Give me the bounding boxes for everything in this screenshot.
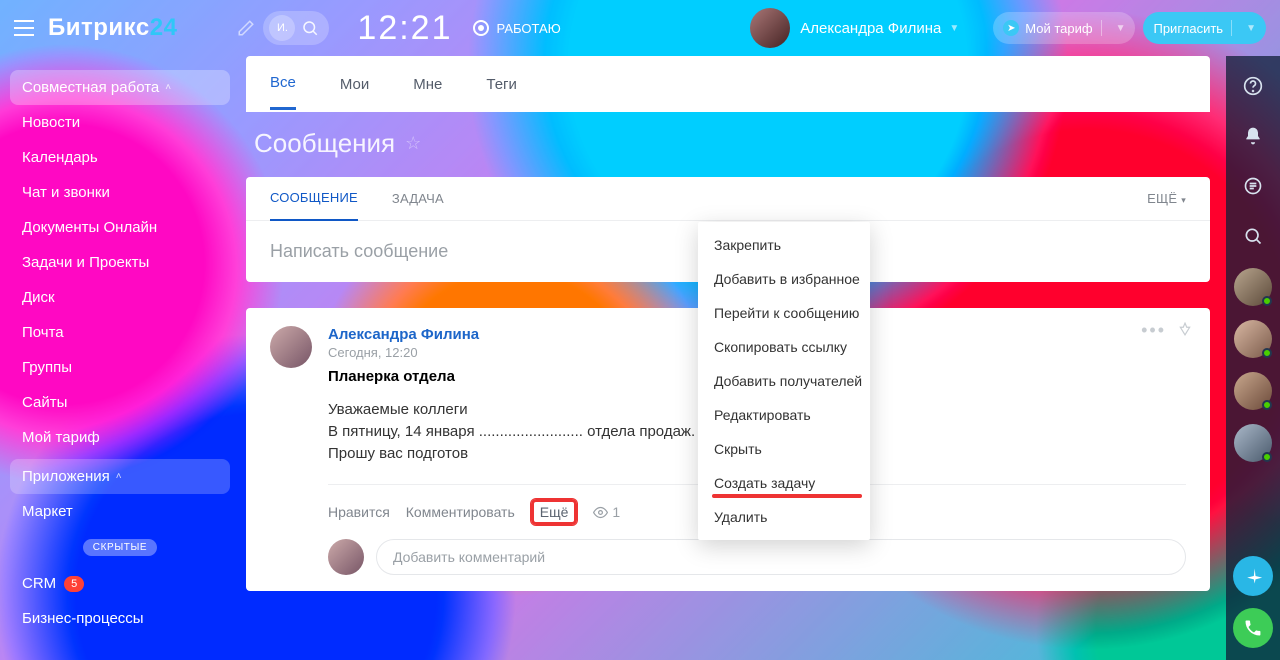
clock[interactable]: 12:21 (357, 9, 452, 48)
compose-tab-message[interactable]: СООБЩЕНИЕ (270, 176, 358, 221)
post-author[interactable]: Александра Филина (328, 326, 695, 343)
work-status[interactable]: РАБОТАЮ (473, 20, 561, 36)
sidebar-head-label: Совместная работа (22, 79, 159, 96)
post-title: Планерка отдела (328, 368, 695, 385)
sidebar-item-tasks[interactable]: Задачи и Проекты (10, 245, 230, 280)
tab-tome[interactable]: Мне (413, 60, 442, 109)
sidebar-hidden-sep[interactable]: СКРЫТЫЕ (10, 539, 230, 556)
comment-button[interactable]: Комментировать (406, 504, 515, 520)
sidebar-item-chat[interactable]: Чат и звонки (10, 175, 230, 210)
logo-text-a: Битрикс (48, 14, 150, 41)
logo-text-b: 24 (150, 14, 178, 41)
search-rail-icon[interactable] (1235, 218, 1271, 254)
help-icon[interactable] (1235, 68, 1271, 104)
chevron-up-icon: ˄ (165, 82, 171, 93)
post-avatar[interactable] (270, 326, 312, 368)
search-input[interactable]: И. (263, 11, 329, 45)
user-name: Александра Филина (800, 20, 941, 37)
tab-my[interactable]: Мои (340, 60, 369, 109)
sidebar-item-crm[interactable]: CRM 5 (10, 566, 230, 601)
sidebar-item-sites[interactable]: Сайты (10, 385, 230, 420)
chevron-down-icon: ▼ (949, 23, 959, 34)
compose-tab-more[interactable]: ЕЩЁ (1147, 177, 1186, 220)
tab-all[interactable]: Все (270, 58, 296, 110)
sidebar: Совместная работа ˄ Новости Календарь Чат… (0, 56, 240, 660)
sidebar-item-calendar[interactable]: Календарь (10, 140, 230, 175)
post-context-menu: Закрепить Добавить в избранное Перейти к… (698, 222, 870, 540)
sidebar-group-collab[interactable]: Совместная работа ˄ (10, 70, 230, 105)
bell-icon[interactable] (1235, 118, 1271, 154)
invite-label: Пригласить (1153, 21, 1223, 36)
rail-phone-icon[interactable] (1233, 608, 1273, 648)
comment-input[interactable]: Добавить комментарий (376, 539, 1186, 575)
avatar (750, 8, 790, 48)
chevron-down-icon: ▼ (1116, 23, 1126, 34)
like-button[interactable]: Нравится (328, 504, 390, 520)
record-icon (473, 20, 489, 36)
search-initial: И. (269, 15, 295, 41)
compose-tab-task[interactable]: ЗАДАЧА (392, 177, 444, 220)
eye-icon (593, 505, 608, 520)
comment-avatar (328, 539, 364, 575)
rail-avatar-3[interactable] (1234, 372, 1272, 410)
sidebar-item-mail[interactable]: Почта (10, 315, 230, 350)
chat-icon[interactable] (1235, 168, 1271, 204)
menu-addrecip[interactable]: Добавить получателей (698, 364, 870, 398)
logo[interactable]: Битрикс24 (48, 14, 177, 42)
chevron-up-icon: ˄ (116, 471, 122, 482)
paper-plane-icon: ➤ (1003, 20, 1019, 36)
right-rail (1226, 56, 1280, 660)
menu-pin[interactable]: Закрепить (698, 228, 870, 262)
sidebar-item-market[interactable]: Маркет (10, 494, 230, 529)
sidebar-item-docs[interactable]: Документы Онлайн (10, 210, 230, 245)
sidebar-item-disk[interactable]: Диск (10, 280, 230, 315)
rail-avatar-4[interactable] (1234, 424, 1272, 462)
page-title: Сообщения ☆ (246, 112, 1210, 177)
post-more-button[interactable]: Ещё (531, 499, 578, 525)
invite-button[interactable]: Пригласить ▼ (1143, 12, 1266, 44)
tariff-label: Мой тариф (1025, 21, 1092, 36)
post-menu-icon[interactable]: ••• (1141, 320, 1166, 341)
post-body: Уважаемые коллеги В пятницу, 14 января .… (328, 399, 695, 464)
pin-icon[interactable] (1178, 322, 1192, 339)
menu-goto[interactable]: Перейти к сообщению (698, 296, 870, 330)
hamburger-icon[interactable] (14, 20, 34, 36)
sidebar-group-apps[interactable]: Приложения˄ (10, 459, 230, 494)
tab-tags[interactable]: Теги (486, 60, 517, 109)
sidebar-item-tariff[interactable]: Мой тариф (10, 420, 230, 455)
chevron-down-icon: ▼ (1246, 23, 1256, 34)
views-count: 1 (593, 504, 620, 520)
menu-edit[interactable]: Редактировать (698, 398, 870, 432)
tariff-button[interactable]: ➤ Мой тариф ▼ (993, 12, 1135, 44)
crm-badge: 5 (64, 576, 84, 592)
menu-copylink[interactable]: Скопировать ссылку (698, 330, 870, 364)
menu-delete[interactable]: Удалить (698, 500, 870, 534)
star-icon[interactable]: ☆ (405, 133, 421, 154)
post-time: Сегодня, 12:20 (328, 345, 695, 360)
sidebar-item-news[interactable]: Новости (10, 105, 230, 140)
rail-action-1[interactable] (1233, 556, 1273, 596)
menu-create-task[interactable]: Создать задачу (698, 466, 870, 500)
feed-tabs: Все Мои Мне Теги (246, 56, 1210, 112)
sidebar-item-bp[interactable]: Бизнес-процессы (10, 601, 230, 636)
sidebar-item-groups[interactable]: Группы (10, 350, 230, 385)
status-label: РАБОТАЮ (497, 21, 561, 36)
menu-fav[interactable]: Добавить в избранное (698, 262, 870, 296)
pencil-icon[interactable] (237, 19, 255, 37)
menu-hide[interactable]: Скрыть (698, 432, 870, 466)
user-menu[interactable]: Александра Филина ▼ (750, 8, 959, 48)
search-icon (301, 19, 319, 37)
rail-avatar-2[interactable] (1234, 320, 1272, 358)
rail-avatar-1[interactable] (1234, 268, 1272, 306)
